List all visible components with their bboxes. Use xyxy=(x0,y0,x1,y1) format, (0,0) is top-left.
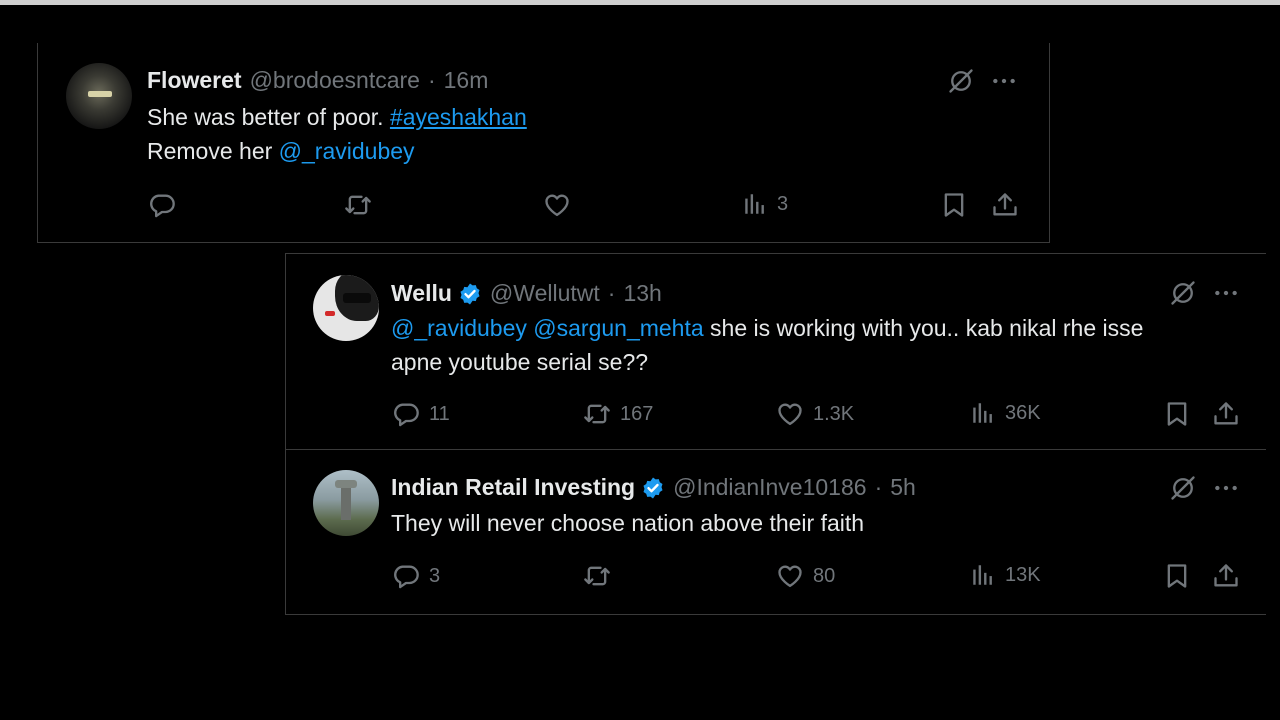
reply-button[interactable] xyxy=(148,191,185,219)
tweet-text-line: Remove her xyxy=(147,138,273,164)
grok-icon[interactable] xyxy=(1169,474,1197,502)
tweet-header: Floweret @brodoesntcare · 16m xyxy=(147,67,488,94)
like-count: 80 xyxy=(813,564,836,587)
author-handle[interactable]: @brodoesntcare xyxy=(250,67,420,94)
like-button[interactable]: 1.3K xyxy=(776,400,854,428)
view-count: 36K xyxy=(1005,401,1041,424)
author-name[interactable]: Floweret xyxy=(147,67,242,94)
mention-link[interactable]: @_ravidubey xyxy=(391,315,527,341)
views-button[interactable]: 36K xyxy=(970,400,1041,426)
tweet-text-line: They will never choose nation above thei… xyxy=(391,510,865,536)
repost-icon xyxy=(583,562,611,590)
bookmark-icon xyxy=(1163,562,1191,590)
tweet-actions: 11 167 1.3K 36K xyxy=(392,400,1252,430)
view-count: 3 xyxy=(777,192,789,215)
like-button[interactable]: 80 xyxy=(776,562,835,590)
separator-dot: · xyxy=(874,474,883,500)
tweet-card[interactable]: Floweret @brodoesntcare · 16m She was be… xyxy=(37,43,1050,243)
mention-link[interactable]: @_ravidubey xyxy=(279,138,415,164)
tweet-text-line: she is working with you.. kab nikal rhe … xyxy=(710,315,1144,341)
reply-button[interactable]: 3 xyxy=(392,562,440,590)
views-icon xyxy=(970,400,996,426)
more-icon[interactable] xyxy=(991,68,1017,94)
tweet-text: They will never choose nation above thei… xyxy=(391,506,864,540)
tweet-text-line: She was better of poor. xyxy=(147,104,384,130)
reply-count: 3 xyxy=(429,564,441,587)
like-button[interactable] xyxy=(543,191,580,219)
repost-button[interactable] xyxy=(344,191,381,219)
verified-badge-icon xyxy=(458,282,482,306)
tweet-text-line: apne youtube serial se?? xyxy=(391,349,649,375)
author-name[interactable]: Wellu xyxy=(391,280,452,307)
repost-icon xyxy=(344,191,372,219)
reply-icon xyxy=(392,400,420,428)
hashtag-link[interactable]: #ayeshakhan xyxy=(390,104,527,130)
tweet-top-actions xyxy=(1169,474,1239,502)
reply-count: 11 xyxy=(429,402,450,425)
repost-icon xyxy=(583,400,611,428)
like-icon xyxy=(776,562,804,590)
tweet-top-actions xyxy=(947,67,1017,95)
share-button[interactable] xyxy=(1212,562,1240,590)
tweet-actions: 3 80 13K xyxy=(392,562,1252,592)
separator-dot: · xyxy=(607,280,616,306)
tweet-text: @_ravidubey @sargun_mehta she is working… xyxy=(391,311,1143,379)
bookmark-button[interactable] xyxy=(1163,562,1191,590)
like-count: 1.3K xyxy=(813,402,855,425)
separator-dot: · xyxy=(427,67,436,93)
share-icon xyxy=(991,191,1019,219)
share-icon xyxy=(1212,562,1240,590)
tweet-header: Wellu @Wellutwt · 13h xyxy=(391,280,662,307)
avatar[interactable] xyxy=(313,275,379,341)
avatar[interactable] xyxy=(66,63,132,129)
views-icon xyxy=(742,191,768,217)
share-button[interactable] xyxy=(1212,400,1240,428)
bookmark-icon xyxy=(1163,400,1191,428)
more-icon[interactable] xyxy=(1213,280,1239,306)
tweet-card[interactable]: Indian Retail Investing @IndianInve10186… xyxy=(285,450,1266,615)
tweet-time[interactable]: 5h xyxy=(890,474,916,501)
like-icon xyxy=(776,400,804,428)
repost-button[interactable] xyxy=(583,562,620,590)
tweet-top-actions xyxy=(1169,279,1239,307)
repost-button[interactable]: 167 xyxy=(583,400,653,428)
bookmark-button[interactable] xyxy=(1163,400,1191,428)
reply-icon xyxy=(148,191,176,219)
like-icon xyxy=(543,191,571,219)
more-icon[interactable] xyxy=(1213,475,1239,501)
author-handle[interactable]: @IndianInve10186 xyxy=(673,474,866,501)
top-divider xyxy=(0,0,1280,5)
views-button[interactable]: 3 xyxy=(742,191,788,217)
tweet-card[interactable]: Wellu @Wellutwt · 13h @_ravidubey @sargu… xyxy=(285,253,1266,450)
tweet-header: Indian Retail Investing @IndianInve10186… xyxy=(391,474,916,501)
tweet-time[interactable]: 13h xyxy=(623,280,661,307)
author-name[interactable]: Indian Retail Investing xyxy=(391,474,635,501)
tweet-actions: 3 xyxy=(148,191,1028,221)
views-button[interactable]: 13K xyxy=(970,562,1041,588)
tweet-text: She was better of poor. #ayeshakhan Remo… xyxy=(147,100,527,168)
grok-icon[interactable] xyxy=(947,67,975,95)
share-button[interactable] xyxy=(991,191,1019,219)
bookmark-icon xyxy=(940,191,968,219)
share-icon xyxy=(1212,400,1240,428)
repost-count: 167 xyxy=(620,402,654,425)
views-icon xyxy=(970,562,996,588)
mention-link[interactable]: @sargun_mehta xyxy=(533,315,703,341)
author-handle[interactable]: @Wellutwt xyxy=(490,280,600,307)
verified-badge-icon xyxy=(641,476,665,500)
bookmark-button[interactable] xyxy=(940,191,968,219)
tweet-time[interactable]: 16m xyxy=(444,67,489,94)
view-count: 13K xyxy=(1005,563,1041,586)
reply-icon xyxy=(392,562,420,590)
grok-icon[interactable] xyxy=(1169,279,1197,307)
reply-button[interactable]: 11 xyxy=(392,400,450,428)
avatar[interactable] xyxy=(313,470,379,536)
